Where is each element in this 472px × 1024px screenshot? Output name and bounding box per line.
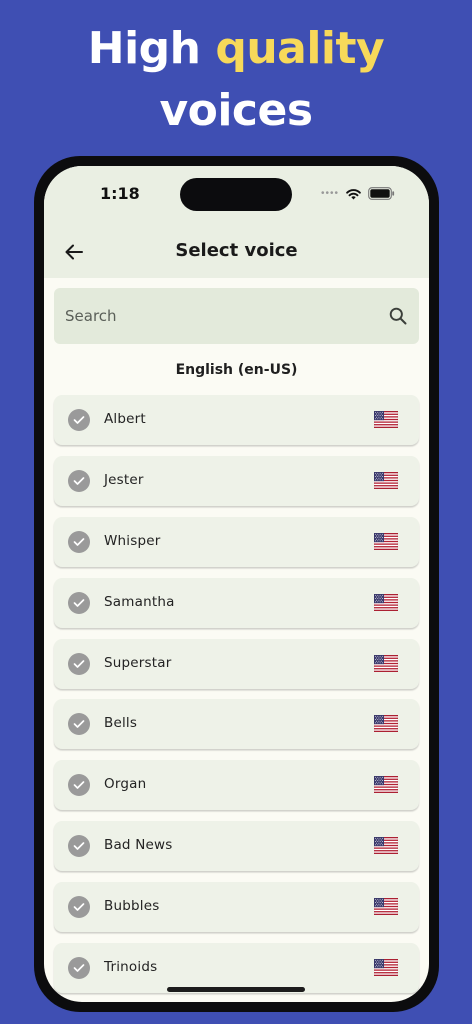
voice-item-albert[interactable]: Albert <box>54 395 419 445</box>
us-flag-icon <box>374 472 398 489</box>
check-icon <box>68 957 90 980</box>
voice-name: Organ <box>104 776 147 793</box>
us-flag-icon <box>374 594 398 611</box>
check-icon <box>68 835 90 858</box>
us-flag-icon <box>374 715 398 732</box>
voice-item-bells[interactable]: Bells <box>54 699 419 750</box>
us-flag-icon <box>374 533 398 550</box>
promo-line-1: High quality <box>0 18 472 80</box>
voice-name: Bubbles <box>104 898 160 915</box>
voice-item-jester[interactable]: Jester <box>54 455 419 506</box>
page-title: Select voice <box>175 240 298 261</box>
voice-list: Albert Jester Whisper Samantha Superstar <box>54 395 419 1002</box>
voice-item-whisper[interactable]: Whisper <box>54 516 419 567</box>
app-bar: Select voice <box>44 226 429 278</box>
voice-item-superstar[interactable]: Superstar <box>54 638 419 689</box>
check-icon <box>68 409 90 431</box>
promo-word-high: High <box>87 23 201 74</box>
dynamic-island <box>180 178 292 211</box>
status-time: 1:18 <box>100 184 140 203</box>
voice-name: Superstar <box>104 654 172 671</box>
voice-item-trinoids[interactable]: Trinoids <box>54 943 419 994</box>
promo-word-quality: quality <box>215 23 385 74</box>
us-flag-icon <box>374 837 398 854</box>
search-icon[interactable] <box>389 307 407 325</box>
us-flag-icon <box>374 776 398 793</box>
voice-name: Bells <box>104 715 138 732</box>
us-flag-icon <box>374 655 398 672</box>
voice-name: Trinoids <box>104 959 158 976</box>
status-icons: •••• <box>321 185 395 201</box>
battery-icon <box>368 186 395 200</box>
check-icon <box>68 713 90 736</box>
check-icon <box>68 469 90 492</box>
language-header: English (en-US) <box>175 362 298 378</box>
voice-item-organ[interactable]: Organ <box>54 760 419 811</box>
check-icon <box>68 896 90 919</box>
us-flag-icon <box>374 898 398 915</box>
promo-line-2: voices <box>159 85 313 136</box>
voice-name: Whisper <box>104 532 161 549</box>
voice-name: Jester <box>104 471 144 488</box>
us-flag-icon <box>374 959 398 976</box>
check-icon <box>68 530 90 553</box>
voice-item-bubbles[interactable]: Bubbles <box>54 882 419 933</box>
voice-item-bad-news[interactable]: Bad News <box>54 821 419 872</box>
status-bar: 1:18 •••• <box>44 166 429 226</box>
check-icon <box>68 652 90 675</box>
signal-dots-icon: •••• <box>320 187 339 199</box>
check-icon <box>68 591 90 614</box>
phone-frame: 1:18 •••• Select voice Search English (e… <box>34 156 439 1012</box>
voice-name: Albert <box>104 411 146 427</box>
search-bar[interactable] <box>54 288 419 344</box>
wifi-icon <box>346 188 361 199</box>
voice-item-samantha[interactable]: Samantha <box>54 577 419 628</box>
search-input[interactable] <box>54 288 374 344</box>
voice-name: Samantha <box>104 593 175 610</box>
check-icon <box>68 774 90 797</box>
voice-name: Bad News <box>104 837 173 854</box>
promo-headline: High quality voices <box>0 18 472 142</box>
us-flag-icon <box>374 411 398 428</box>
home-indicator[interactable] <box>167 987 305 992</box>
phone-screen: 1:18 •••• Select voice Search English (e… <box>44 166 429 1002</box>
